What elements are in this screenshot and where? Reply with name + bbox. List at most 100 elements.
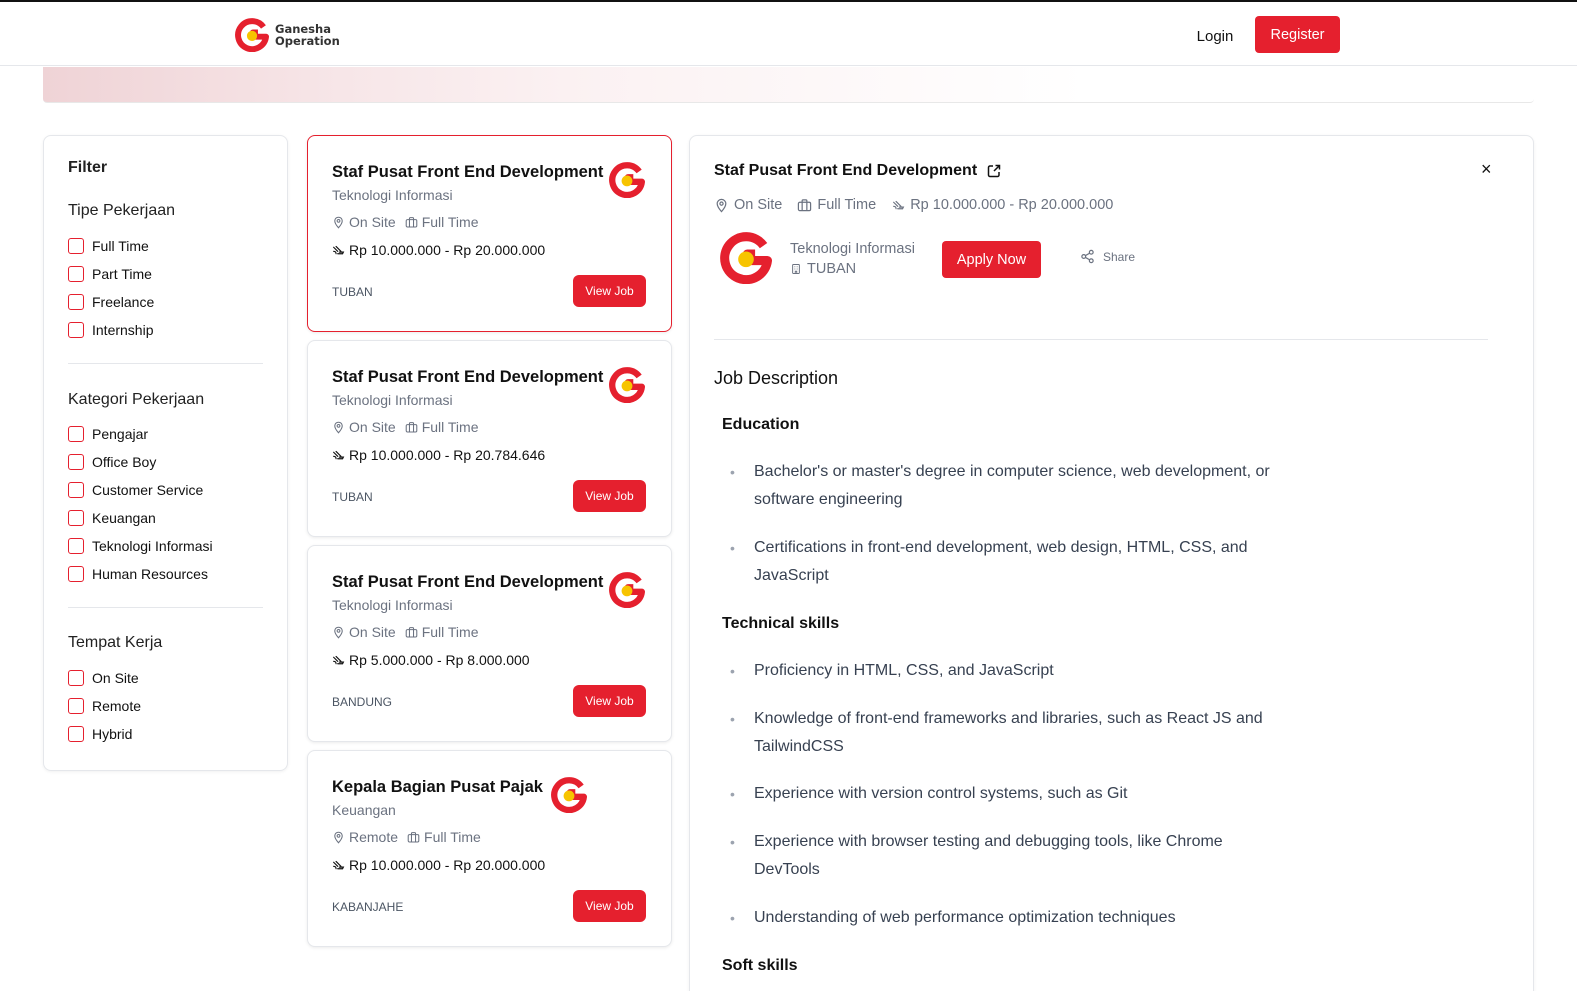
share-label: Share <box>1103 249 1136 264</box>
detail-title: Staf Pusat Front End Development <box>714 162 978 179</box>
filter-option-keuangan[interactable]: Keuangan <box>68 508 156 528</box>
briefcase-icon <box>405 421 418 434</box>
list-item: • Experience with version control systems… <box>730 785 1128 802</box>
money-icon <box>332 244 345 257</box>
job-city: KABANJAHE <box>332 900 404 914</box>
filter-option-part-time[interactable]: Part Time <box>68 264 152 284</box>
detail-type: Full Time <box>817 197 877 213</box>
filter-option-pengajar[interactable]: Pengajar <box>68 424 148 444</box>
filter-option-label: Teknologi Informasi <box>92 538 213 554</box>
brand-logo[interactable]: Ganesha Operation <box>235 18 340 52</box>
external-link-icon[interactable] <box>986 163 1002 179</box>
list-item: • Experience with browser testing and deb… <box>730 833 1223 878</box>
checkbox[interactable] <box>68 510 84 526</box>
filter-group-title: Tempat Kerja <box>68 634 163 651</box>
job-card[interactable]: Staf Pusat Front End Development Teknolo… <box>307 340 672 537</box>
checkbox[interactable] <box>68 454 84 470</box>
login-button[interactable]: Login <box>1180 18 1250 54</box>
building-icon <box>790 263 802 275</box>
filter-option-remote[interactable]: Remote <box>68 696 141 716</box>
filter-option-label: Remote <box>92 698 142 714</box>
register-button[interactable]: Register <box>1255 16 1340 53</box>
job-card[interactable]: Kepala Bagian Pusat Pajak Keuangan Remot… <box>307 750 672 947</box>
checkbox[interactable] <box>68 726 84 742</box>
apply-now-button[interactable]: Apply Now <box>942 241 1041 278</box>
section-title-soft-skills: Soft skills <box>722 957 798 974</box>
job-title: Kepala Bagian Pusat Pajak <box>332 778 543 796</box>
job-category: Teknologi Informasi <box>332 187 453 203</box>
job-type: Full Time <box>421 214 479 230</box>
filter-option-human-resources[interactable]: Human Resources <box>68 564 208 584</box>
checkbox[interactable] <box>68 670 84 686</box>
view-job-button[interactable]: View Job <box>573 275 646 307</box>
job-meta: On Site Full Time <box>332 214 479 230</box>
filter-title: Filter <box>68 159 108 176</box>
checkbox[interactable] <box>68 538 84 554</box>
location-pin-icon <box>332 216 345 229</box>
filter-option-teknologi-informasi[interactable]: Teknologi Informasi <box>68 536 213 556</box>
detail-salary: Rp 10.000.000 - Rp 20.000.000 <box>910 197 1114 213</box>
list-item: • Certifications in front-end development… <box>730 539 1248 584</box>
filter-option-on-site[interactable]: On Site <box>68 668 139 688</box>
filter-option-customer-service[interactable]: Customer Service <box>68 480 203 500</box>
money-icon <box>332 449 345 462</box>
job-card[interactable]: Staf Pusat Front End Development Teknolo… <box>307 135 672 332</box>
section-title-technical-skills: Technical skills <box>722 615 840 632</box>
job-description-title: Job Description <box>714 368 839 388</box>
filter-divider <box>68 363 263 364</box>
section-title-education: Education <box>722 416 800 433</box>
job-city: TUBAN <box>332 490 373 504</box>
filter-option-label: Pengajar <box>92 426 149 442</box>
checkbox[interactable] <box>68 698 84 714</box>
filter-option-label: Full Time <box>92 238 149 254</box>
navbar: Ganesha Operation Login Register <box>0 2 1577 66</box>
list-item: • Bachelor's or master's degree in comput… <box>730 463 1270 508</box>
share-icon <box>1080 249 1095 264</box>
company-logo-icon <box>551 777 587 813</box>
filter-option-label: Customer Service <box>92 482 204 498</box>
job-meta: Remote Full Time <box>332 829 481 845</box>
brand-name-line2: Operation <box>275 34 340 48</box>
money-icon <box>892 199 905 212</box>
filter-group-title: Tipe Pekerjaan <box>68 202 176 219</box>
view-job-button[interactable]: View Job <box>573 480 646 512</box>
detail-divider <box>714 339 1488 340</box>
job-title: Staf Pusat Front End Development <box>332 368 604 386</box>
list-item: • Understanding of web performance optimi… <box>730 909 1176 926</box>
filter-option-office-boy[interactable]: Office Boy <box>68 452 156 472</box>
company-logo-icon <box>609 572 645 608</box>
close-icon[interactable]: × <box>1481 159 1492 180</box>
filter-option-full-time[interactable]: Full Time <box>68 236 149 256</box>
job-card[interactable]: Staf Pusat Front End Development Teknolo… <box>307 545 672 742</box>
briefcase-icon <box>405 626 418 639</box>
job-salary-row: Rp 5.000.000 - Rp 8.000.000 <box>332 652 530 668</box>
filter-option-label: Keuangan <box>92 510 156 526</box>
view-job-button[interactable]: View Job <box>573 890 646 922</box>
detail-meta: On Site Full Time Rp 10.000.000 - Rp 20.… <box>714 197 1113 213</box>
job-type: Full Time <box>421 419 479 435</box>
money-icon <box>332 654 345 667</box>
share-button[interactable]: Share <box>1080 249 1135 264</box>
job-salary-row: Rp 10.000.000 - Rp 20.000.000 <box>332 857 545 873</box>
checkbox[interactable] <box>68 566 84 582</box>
checkbox[interactable] <box>68 322 84 338</box>
briefcase-icon <box>407 831 420 844</box>
filter-option-internship[interactable]: Internship <box>68 320 153 340</box>
view-job-button[interactable]: View Job <box>573 685 646 717</box>
filter-option-label: Office Boy <box>92 454 157 470</box>
detail-category: Teknologi Informasi <box>790 241 915 257</box>
detail-city: TUBAN <box>807 261 857 277</box>
filter-option-label: On Site <box>92 670 139 686</box>
checkbox[interactable] <box>68 266 84 282</box>
filter-option-freelance[interactable]: Freelance <box>68 292 154 312</box>
checkbox[interactable] <box>68 426 84 442</box>
checkbox[interactable] <box>68 238 84 254</box>
checkbox[interactable] <box>68 482 84 498</box>
job-workplace: On Site <box>349 214 396 230</box>
filter-option-hybrid[interactable]: Hybrid <box>68 724 132 744</box>
brand-name: Ganesha Operation <box>275 23 340 47</box>
job-workplace: On Site <box>349 419 396 435</box>
checkbox[interactable] <box>68 294 84 310</box>
job-salary: Rp 10.000.000 - Rp 20.000.000 <box>349 242 546 258</box>
filter-option-label: Part Time <box>92 266 152 282</box>
